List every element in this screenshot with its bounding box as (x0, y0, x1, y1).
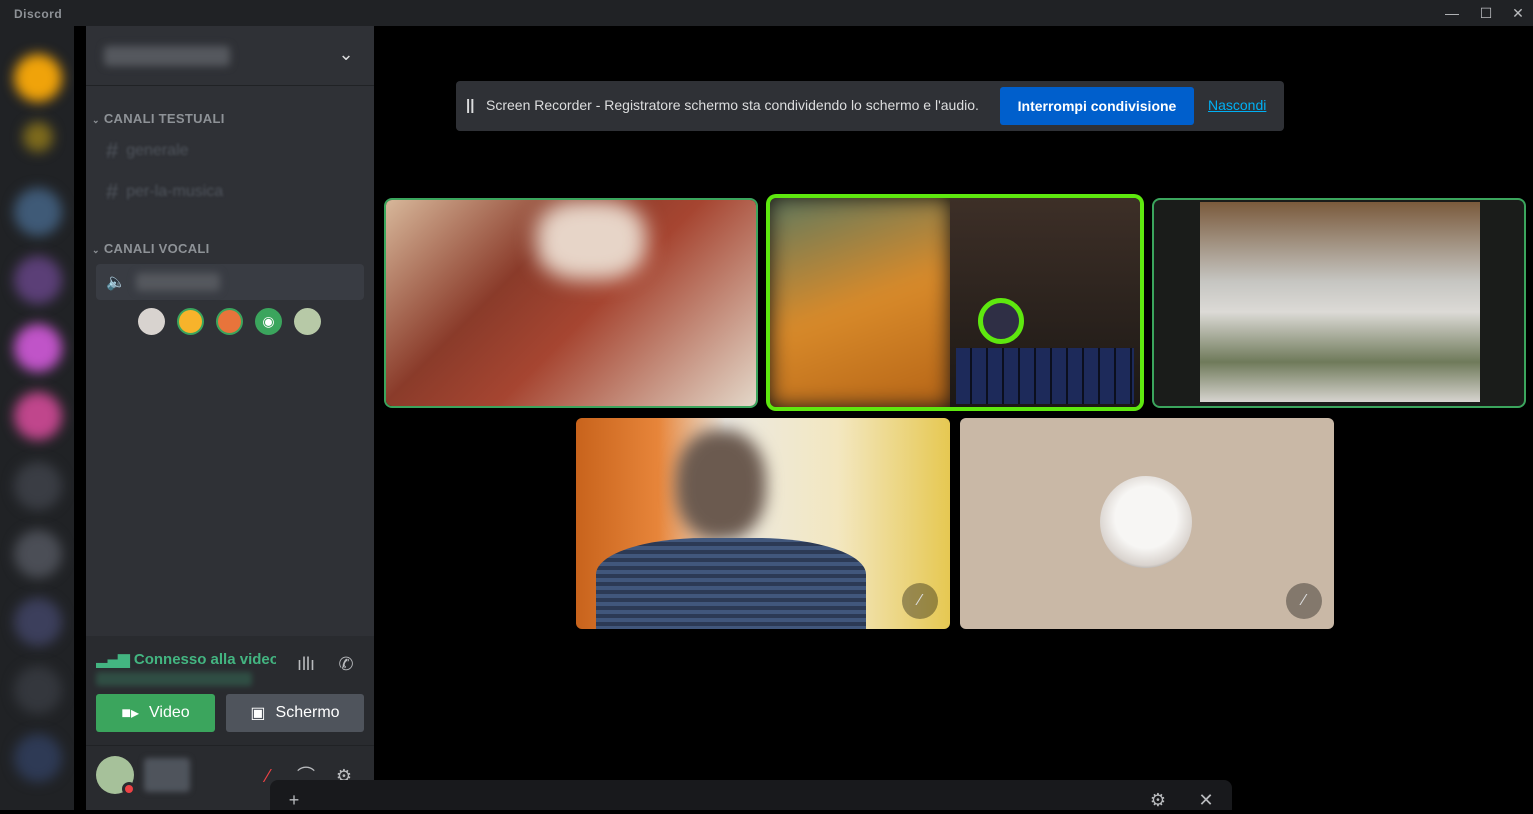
channel-per-la-musica[interactable]: # per-la-musica (106, 179, 223, 207)
server-icon[interactable] (14, 666, 62, 714)
video-tile[interactable]: ⁄ (576, 418, 950, 629)
hash-icon: # (106, 179, 119, 204)
screen-share-notice: || Screen Recorder - Registratore scherm… (456, 81, 1284, 131)
channel-sidebar: ⌄ ⌄ CANALI TESTUALI # generale # per-la-mus… (86, 26, 374, 810)
close-window-button[interactable]: ✕ (1508, 4, 1528, 22)
bottom-popup-bar: + ⚙ ✕ (270, 780, 1232, 810)
server-icon[interactable] (14, 530, 62, 578)
mute-icon: ⁄ (902, 583, 938, 619)
camera-icon: ■▸ (121, 705, 140, 722)
participant-avatar[interactable] (138, 308, 165, 335)
video-button[interactable]: ■▸ Video (96, 694, 215, 732)
video-tile[interactable] (386, 200, 756, 406)
caret-icon: ⌄ (92, 245, 100, 255)
mute-icon: ⁄ (1286, 583, 1322, 619)
avatar (1100, 476, 1192, 568)
server-icon[interactable] (14, 734, 62, 782)
username (144, 758, 190, 792)
pause-icon: || (466, 97, 475, 114)
server-icon[interactable] (14, 54, 62, 102)
category-voice-channels[interactable]: ⌄ CANALI VOCALI (92, 241, 210, 256)
waveform-icon[interactable]: ıllı (292, 650, 320, 678)
video-tile[interactable] (1154, 200, 1524, 406)
server-name (104, 46, 230, 66)
app-title: Discord (14, 7, 63, 21)
server-icon[interactable] (14, 256, 62, 304)
minimize-button[interactable]: — (1442, 4, 1462, 22)
title-bar: Discord — ☐ ✕ (0, 0, 1533, 26)
maximize-button[interactable]: ☐ (1476, 4, 1496, 22)
video-call-area: || Screen Recorder - Registratore scherm… (374, 26, 1533, 810)
channel-generale[interactable]: # generale (106, 138, 189, 166)
chevron-down-icon[interactable]: ⌄ (336, 44, 356, 64)
server-icon[interactable] (14, 188, 62, 236)
keyboard (956, 348, 1134, 404)
server-header[interactable]: ⌄ (86, 26, 374, 86)
person-shirt (596, 538, 866, 629)
stop-sharing-button[interactable]: Interrompi condivisione (1000, 87, 1194, 125)
voice-connection-panel: ▂▄▆ Connesso alla videoch ıllı ✆ ■▸ Vide… (86, 636, 374, 746)
speaker-icon: 🔈 (106, 274, 126, 291)
screen-share-icon: ▣ (250, 705, 266, 722)
server-icon[interactable] (14, 462, 62, 510)
blurred-face (676, 430, 766, 540)
server-icon[interactable] (14, 598, 62, 646)
hash-icon: # (106, 138, 119, 163)
video-tile[interactable]: ⁄ (960, 418, 1334, 629)
disconnect-icon[interactable]: ✆ (332, 650, 360, 678)
speaking-avatar (978, 298, 1024, 344)
caret-icon: ⌄ (92, 115, 100, 125)
connection-channel (96, 672, 252, 686)
server-icon[interactable] (23, 122, 53, 152)
voice-participants: ◉ (138, 308, 321, 335)
category-text-channels[interactable]: ⌄ CANALI TESTUALI (92, 111, 225, 126)
server-icon[interactable] (14, 324, 62, 372)
board-game-scene (1200, 202, 1480, 402)
server-icon[interactable] (14, 392, 62, 440)
hide-link[interactable]: Nascondi (1208, 97, 1266, 113)
voice-channel[interactable]: 🔈 (96, 264, 364, 300)
participant-avatar[interactable] (294, 308, 321, 335)
connection-status[interactable]: ▂▄▆ Connesso alla videoch (96, 650, 276, 668)
signal-icon: ▂▄▆ (96, 651, 134, 668)
notice-message: Screen Recorder - Registratore schermo s… (486, 97, 979, 113)
participant-avatar[interactable] (177, 308, 204, 335)
blurred-face (536, 200, 646, 280)
status-dot (122, 782, 136, 796)
discord-logo-icon[interactable]: ◉ (255, 308, 282, 335)
voice-channel-name (136, 273, 220, 291)
server-list (0, 26, 74, 810)
participant-avatar[interactable] (216, 308, 243, 335)
video-tile-speaking[interactable] (770, 198, 1140, 407)
screen-share-button[interactable]: ▣ Schermo (226, 694, 364, 732)
blurred-screen (770, 198, 950, 407)
